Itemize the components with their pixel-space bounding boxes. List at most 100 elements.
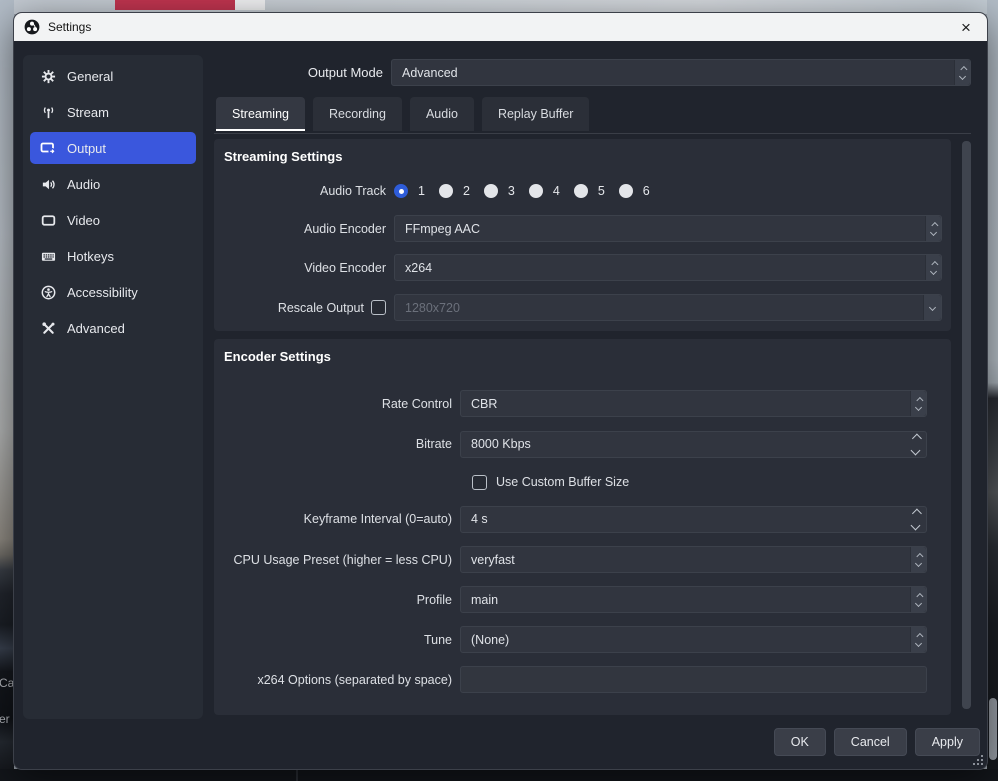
settings-sidebar: General Stream Output	[23, 55, 203, 719]
bitrate-row: Bitrate 8000 Kbps	[224, 430, 927, 458]
resize-grip[interactable]	[973, 755, 983, 765]
tab-audio[interactable]: Audio	[410, 97, 474, 131]
profile-row: Profile main	[224, 586, 927, 613]
accessibility-icon	[40, 284, 56, 300]
spinner-icon[interactable]	[910, 547, 926, 572]
rescale-resolution-select[interactable]: 1280x720	[394, 294, 942, 321]
tab-recording[interactable]: Recording	[313, 97, 402, 131]
cancel-button[interactable]: Cancel	[834, 728, 907, 756]
audio-track-row: Audio Track 1 2 3 4 5 6	[224, 181, 942, 201]
sidebar-item-label: Video	[67, 213, 100, 228]
spinner-icon[interactable]	[910, 391, 926, 416]
cpu-preset-select[interactable]: veryfast	[460, 546, 927, 573]
settings-main: Output Mode Advanced Streaming Recording…	[214, 41, 971, 761]
background-text-fragment: er	[0, 712, 10, 726]
spinner-icon[interactable]	[954, 60, 970, 85]
encoder-settings-heading: Encoder Settings	[224, 349, 927, 369]
x264-options-input[interactable]	[460, 666, 927, 693]
rescale-output-checkbox[interactable]	[371, 300, 386, 315]
rate-control-label: Rate Control	[224, 397, 452, 411]
sidebar-item-advanced[interactable]: Advanced	[30, 312, 196, 344]
streaming-settings-panel: Streaming Settings Audio Track 1 2 3 4 5…	[214, 139, 951, 331]
tab-content: Streaming Settings Audio Track 1 2 3 4 5…	[214, 139, 971, 715]
audio-track-label: Audio Track	[224, 184, 386, 198]
bitrate-label: Bitrate	[224, 437, 452, 451]
tab-streaming[interactable]: Streaming	[216, 97, 305, 131]
chevron-down-icon[interactable]	[923, 295, 941, 320]
spinner-icon[interactable]	[912, 507, 919, 532]
audio-encoder-row: Audio Encoder FFmpeg AAC	[224, 215, 942, 242]
window-title: Settings	[48, 20, 91, 34]
radio-track-5[interactable]	[574, 184, 588, 198]
radio-track-1[interactable]	[394, 184, 408, 198]
sidebar-item-video[interactable]: Video	[30, 204, 196, 236]
keyframe-label: Keyframe Interval (0=auto)	[224, 512, 452, 526]
tools-icon	[40, 320, 56, 336]
video-encoder-row: Video Encoder x264	[224, 254, 942, 281]
video-encoder-label: Video Encoder	[224, 261, 386, 275]
sidebar-item-label: General	[67, 69, 113, 84]
rescale-output-label: Rescale Output	[224, 300, 386, 315]
display-output-icon	[40, 140, 56, 156]
rescale-output-row: Rescale Output 1280x720	[224, 294, 942, 321]
sidebar-item-stream[interactable]: Stream	[30, 96, 196, 128]
speaker-icon	[40, 176, 56, 192]
encoder-settings-panel: Encoder Settings Rate Control CBR Bitrat…	[214, 339, 951, 715]
radio-track-3[interactable]	[484, 184, 498, 198]
video-encoder-select[interactable]: x264	[394, 254, 942, 281]
radio-track-2[interactable]	[439, 184, 453, 198]
antenna-icon	[40, 104, 56, 120]
output-mode-value: Advanced	[402, 66, 458, 80]
background-scrollbar	[989, 698, 997, 760]
monitor-icon	[40, 212, 56, 228]
x264-options-row: x264 Options (separated by space)	[224, 666, 927, 693]
sidebar-item-label: Output	[67, 141, 106, 156]
keyframe-spinbox[interactable]: 4 s	[460, 506, 927, 533]
spinner-icon[interactable]	[925, 216, 941, 241]
tune-label: Tune	[224, 633, 452, 647]
custom-buffer-checkbox[interactable]	[472, 475, 487, 490]
bitrate-spinbox[interactable]: 8000 Kbps	[460, 431, 927, 458]
dialog-footer: OK Cancel Apply	[774, 728, 980, 756]
content-scrollbar[interactable]	[962, 141, 971, 709]
sidebar-item-accessibility[interactable]: Accessibility	[30, 276, 196, 308]
titlebar: Settings ×	[14, 13, 987, 41]
output-mode-select[interactable]: Advanced	[391, 59, 971, 86]
desktop-left-strip: Ca er	[0, 0, 14, 781]
background-white-bar	[235, 0, 265, 10]
rate-control-row: Rate Control CBR	[224, 390, 927, 417]
keyboard-icon	[40, 248, 56, 264]
radio-track-6[interactable]	[619, 184, 633, 198]
audio-encoder-select[interactable]: FFmpeg AAC	[394, 215, 942, 242]
close-icon[interactable]: ×	[955, 16, 977, 38]
background-red-bar	[115, 0, 235, 10]
radio-track-4[interactable]	[529, 184, 543, 198]
tune-select[interactable]: (None)	[460, 626, 927, 653]
cpu-preset-row: CPU Usage Preset (higher = less CPU) ver…	[224, 546, 927, 573]
sidebar-item-label: Hotkeys	[67, 249, 114, 264]
profile-select[interactable]: main	[460, 586, 927, 613]
sidebar-item-audio[interactable]: Audio	[30, 168, 196, 200]
desktop-bottom-strip	[0, 769, 998, 781]
tab-replay-buffer[interactable]: Replay Buffer	[482, 97, 590, 131]
sidebar-item-hotkeys[interactable]: Hotkeys	[30, 240, 196, 272]
custom-buffer-row: Use Custom Buffer Size	[224, 472, 927, 492]
spinner-icon[interactable]	[925, 255, 941, 280]
apply-button[interactable]: Apply	[915, 728, 980, 756]
spinner-icon[interactable]	[910, 627, 926, 652]
rate-control-select[interactable]: CBR	[460, 390, 927, 417]
settings-dialog: Settings × General	[13, 12, 988, 770]
audio-encoder-label: Audio Encoder	[224, 222, 386, 236]
background-divider	[296, 769, 298, 781]
spinner-icon[interactable]	[910, 587, 926, 612]
cpu-preset-label: CPU Usage Preset (higher = less CPU)	[224, 553, 452, 567]
spinner-icon[interactable]	[912, 432, 919, 457]
output-mode-label: Output Mode	[214, 65, 383, 80]
x264-options-label: x264 Options (separated by space)	[224, 673, 452, 687]
sidebar-item-general[interactable]: General	[30, 60, 196, 92]
output-mode-row: Output Mode Advanced	[214, 59, 971, 86]
sidebar-item-output[interactable]: Output	[30, 132, 196, 164]
ok-button[interactable]: OK	[774, 728, 826, 756]
streaming-settings-heading: Streaming Settings	[224, 149, 942, 169]
tune-row: Tune (None)	[224, 626, 927, 653]
